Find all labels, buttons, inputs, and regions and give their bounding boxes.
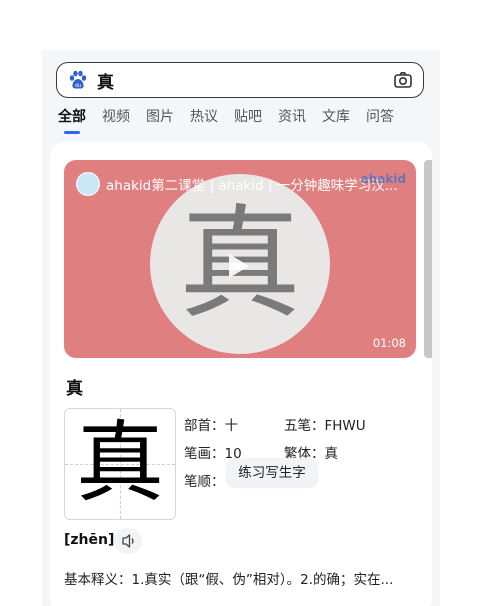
basic-meaning: 基本释义：1.真实（跟“假、伪”相对）。2.的确；实在... [64, 572, 394, 588]
pinyin: [zhēn] [64, 532, 115, 548]
tab-images[interactable]: 图片 [146, 106, 174, 136]
app-frame: du 真 全部 视频 图片 热议 贴吧 资讯 文库 问答 真 ahakid第二课… [42, 50, 440, 606]
tab-discussion[interactable]: 热议 [190, 106, 218, 136]
radical-info: 部首：十 [184, 418, 238, 434]
practice-writing-button[interactable]: 练习写生字 [226, 458, 318, 488]
wubi-info: 五笔：FHWU [284, 418, 366, 434]
baidu-paw-icon: du [69, 70, 87, 89]
result-card: 真 ahakid第二课堂 | ahakid | 一分钟趣味学习汉... ahak… [50, 142, 432, 606]
video-watermark: ahakid [360, 172, 406, 186]
tab-tieba[interactable]: 贴吧 [234, 106, 262, 136]
search-input[interactable]: 真 [97, 68, 114, 93]
camera-icon[interactable] [393, 70, 413, 90]
stroke-order-label: 笔顺： [184, 474, 225, 490]
tab-news[interactable]: 资讯 [278, 106, 306, 136]
speaker-icon [122, 534, 134, 548]
channel-avatar [76, 172, 100, 196]
tab-video[interactable]: 视频 [102, 106, 130, 136]
character-writing-grid[interactable]: 真 [64, 408, 176, 520]
search-bar[interactable]: du 真 [56, 62, 424, 98]
character-heading: 真 [66, 379, 83, 399]
video-duration: 01:08 [372, 336, 406, 350]
video-title[interactable]: ahakid第二课堂 | ahakid | 一分钟趣味学习汉... [106, 174, 402, 194]
character-glyph: 真 [75, 411, 164, 514]
pronunciation-button[interactable] [114, 528, 142, 554]
tab-all[interactable]: 全部 [58, 106, 86, 136]
tab-wenku[interactable]: 文库 [322, 106, 350, 136]
next-video-peek[interactable] [424, 160, 432, 358]
tab-qa[interactable]: 问答 [366, 106, 394, 136]
play-icon[interactable] [229, 254, 249, 278]
video-player[interactable]: 真 ahakid第二课堂 | ahakid | 一分钟趣味学习汉... ahak… [64, 160, 416, 358]
svg-text:du: du [75, 83, 81, 89]
tab-bar: 全部 视频 图片 热议 贴吧 资讯 文库 问答 [42, 106, 440, 136]
